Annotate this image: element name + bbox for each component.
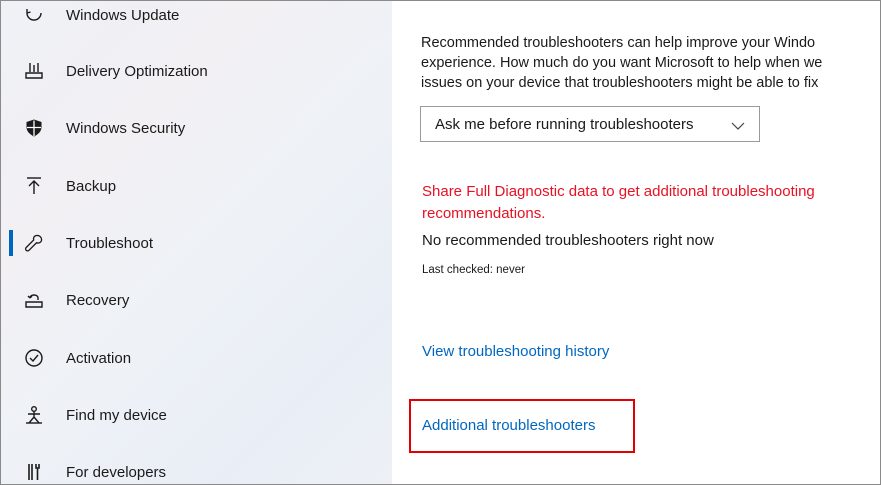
upload-icon (23, 175, 45, 197)
settings-window: Windows Update Delivery Optimization Win… (0, 0, 881, 485)
sidebar-item-for-developers[interactable]: For developers (1, 452, 392, 484)
sidebar-item-windows-security[interactable]: Windows Security (1, 108, 392, 148)
sidebar: Windows Update Delivery Optimization Win… (1, 1, 392, 484)
sync-icon (23, 4, 45, 26)
view-troubleshooting-history-link[interactable]: View troubleshooting history (422, 343, 609, 360)
troubleshoot-content: Recommended troubleshooters can help imp… (392, 1, 880, 484)
dropdown-selected-value: Ask me before running troubleshooters (435, 115, 694, 133)
chevron-down-icon (731, 118, 745, 130)
delivery-optimization-icon (23, 60, 45, 82)
wrench-icon (23, 232, 45, 254)
sidebar-item-recovery[interactable]: Recovery (1, 280, 392, 320)
sidebar-item-find-my-device[interactable]: Find my device (1, 395, 392, 435)
sidebar-item-label: Recovery (66, 291, 130, 309)
troubleshooter-preference-dropdown[interactable]: Ask me before running troubleshooters (420, 106, 760, 142)
additional-troubleshooters-link[interactable]: Additional troubleshooters (422, 417, 595, 434)
sidebar-item-label: Windows Security (66, 119, 186, 137)
sidebar-item-label: Activation (66, 349, 132, 367)
status-text: No recommended troubleshooters right now (422, 232, 714, 249)
recovery-icon (23, 289, 45, 311)
sidebar-item-label: For developers (66, 463, 167, 481)
sidebar-item-label: Find my device (66, 406, 167, 424)
description-line: issues on your device that troubleshoote… (421, 75, 819, 91)
share-diagnostic-data-link[interactable]: Share Full Diagnostic data to get additi… (422, 181, 880, 225)
sidebar-item-activation[interactable]: Activation (1, 338, 392, 378)
description-line: Recommended troubleshooters can help imp… (421, 35, 816, 51)
description-line: experience. How much do you want Microso… (421, 55, 823, 71)
person-location-icon (23, 404, 45, 426)
check-circle-icon (23, 347, 45, 369)
sidebar-item-delivery-optimization[interactable]: Delivery Optimization (1, 51, 392, 91)
last-checked-text: Last checked: never (422, 264, 525, 276)
sidebar-item-label: Troubleshoot (66, 234, 153, 252)
sidebar-item-backup[interactable]: Backup (1, 166, 392, 206)
sidebar-item-label: Backup (66, 177, 117, 195)
sidebar-item-windows-update[interactable]: Windows Update (1, 1, 392, 35)
sidebar-item-label: Delivery Optimization (66, 62, 208, 80)
shield-icon (23, 117, 45, 139)
sidebar-item-troubleshoot[interactable]: Troubleshoot (1, 223, 392, 263)
recommended-troubleshooters-description: Recommended troubleshooters can help imp… (421, 33, 880, 93)
sidebar-item-label: Windows Update (66, 6, 180, 24)
developer-tools-icon (23, 461, 45, 483)
